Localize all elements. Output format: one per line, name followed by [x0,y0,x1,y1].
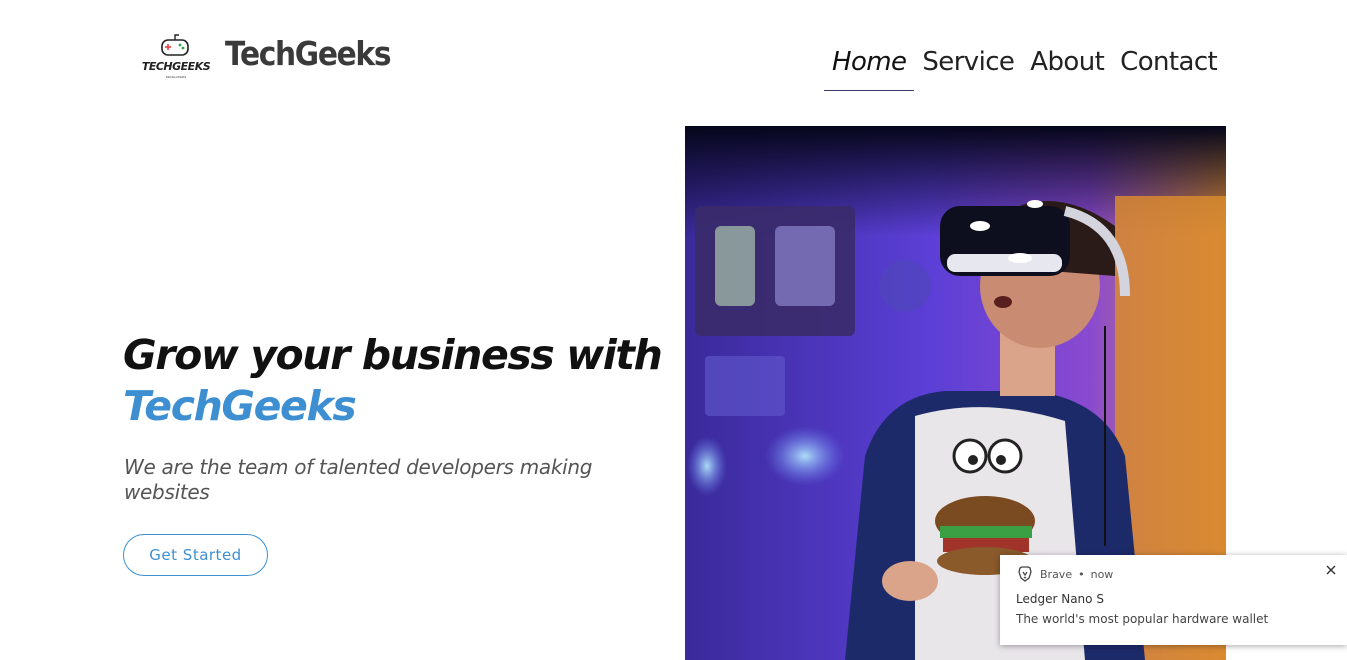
hero-title-accent: TechGeeks [123,382,357,430]
logo-tagline: DEVELOPERS [165,75,187,79]
nav-service[interactable]: Service [914,42,1022,91]
notification-body: The world's most popular hardware wallet [1016,612,1269,626]
main-nav: Home Service About Contact [824,42,1225,91]
notification-app: Brave [1040,567,1073,581]
nav-home[interactable]: Home [824,42,915,91]
browser-notification[interactable]: Brave • now Ledger Nano S The world's mo… [1000,555,1347,645]
hero-subtitle: We are the team of talented developers m… [124,455,593,504]
nav-about[interactable]: About [1022,42,1112,91]
nav-contact[interactable]: Contact [1112,42,1225,91]
notification-title: Ledger Nano S [1016,592,1104,606]
site-header: TECHGEEKS DEVELOPERS TechGeeks Home Serv… [0,0,1347,110]
get-started-button[interactable]: Get Started [123,534,268,576]
brand-name[interactable]: TechGeeks [225,34,392,73]
gamepad-icon [161,34,189,56]
notification-source: Brave • now [1017,566,1113,582]
notification-time: now [1090,567,1114,581]
logo-wordmark: TECHGEEKS [141,60,211,73]
hero-title-line: Grow your business with [123,331,663,379]
close-icon[interactable] [1324,563,1338,577]
logo[interactable]: TECHGEEKS DEVELOPERS [141,31,211,79]
separator-dot: • [1078,567,1085,581]
hero-title: Grow your business with TechGeeks [123,330,663,432]
brave-lion-icon [1018,566,1032,582]
